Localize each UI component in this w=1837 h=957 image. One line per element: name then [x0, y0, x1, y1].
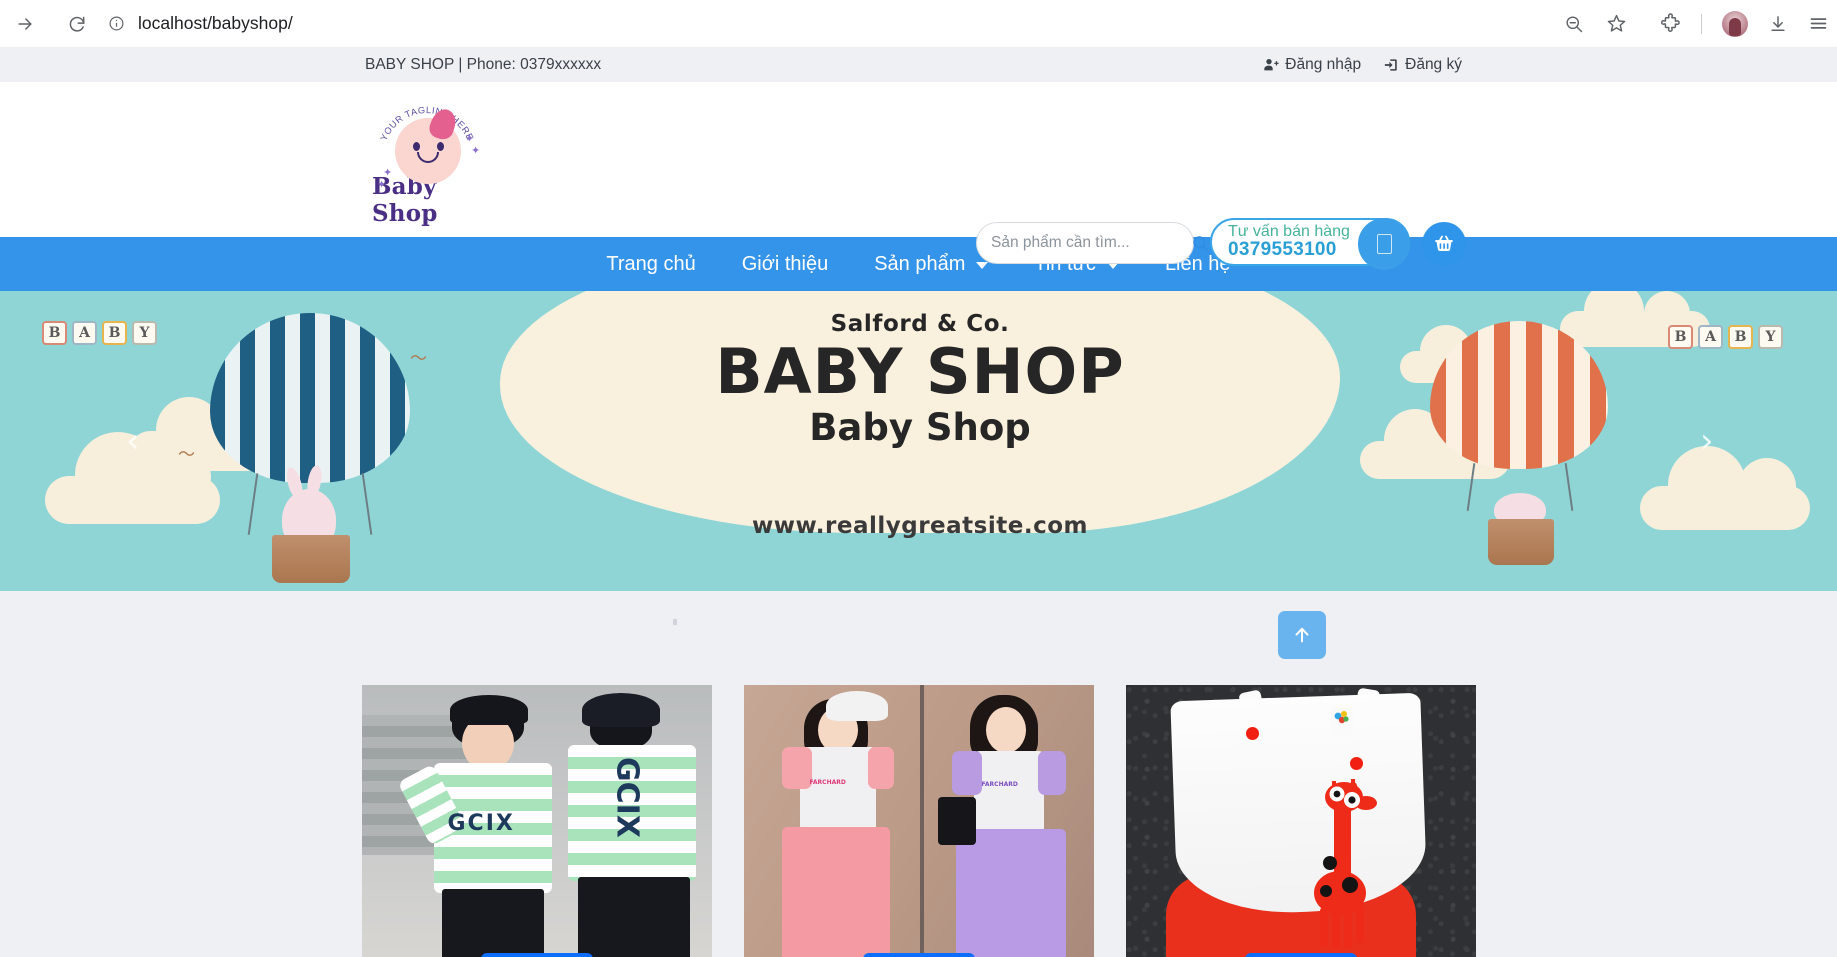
- cloud-decoration: [45, 432, 220, 524]
- shopping-basket-icon: [1435, 235, 1453, 251]
- toolbar-divider: [1701, 13, 1702, 34]
- chrome-menu-icon[interactable]: [1808, 13, 1829, 34]
- search-input[interactable]: [991, 234, 1191, 252]
- banner-brand: Salford & Co.: [830, 311, 1010, 337]
- register-label: Đăng ký: [1405, 55, 1462, 73]
- nav-item-gioi-thieu[interactable]: Giới thiệu: [719, 253, 851, 276]
- block-letter: B: [1728, 325, 1753, 349]
- red-button: [1349, 757, 1363, 770]
- address-bar[interactable]: localhost/babyshop/: [92, 5, 1637, 42]
- bird-icon: 〜: [178, 445, 195, 465]
- sign-in-icon: [1384, 58, 1397, 71]
- baby-blocks-left: B A B Y: [42, 321, 157, 345]
- baby-blocks-right: B A B Y: [1668, 325, 1783, 349]
- model-figure-back: GCIX: [558, 691, 708, 957]
- site-logo[interactable]: · YOUR TAGLINE HERE · ✦ ✦ ✦ ✦ Baby Shop: [372, 92, 482, 227]
- blue-hot-air-balloon: [210, 313, 410, 583]
- auth-links: Đăng nhập Đăng ký: [1263, 56, 1462, 74]
- block-letter: B: [102, 321, 127, 345]
- bookmark-star-icon[interactable]: [1606, 13, 1627, 34]
- site-info-icon[interactable]: [104, 12, 128, 36]
- reload-icon[interactable]: [58, 5, 96, 43]
- block-letter: B: [42, 321, 67, 345]
- giraffe-print-icon: [1313, 779, 1377, 950]
- profile-avatar[interactable]: [1722, 10, 1748, 37]
- phone-icon[interactable]: [1358, 218, 1410, 270]
- top-info-bar: BABY SHOP | Phone: 0379xxxxxx Đăng nhập …: [0, 47, 1837, 82]
- zoom-out-icon[interactable]: [1564, 14, 1584, 34]
- nav-label: Sản phẩm: [874, 252, 966, 275]
- bird-icon: 〜: [410, 349, 427, 369]
- white-tank-top: [1169, 692, 1428, 917]
- carousel-prev-arrow[interactable]: ‹: [126, 424, 140, 458]
- block-letter: A: [72, 321, 97, 345]
- browser-toolbar: localhost/babyshop/: [0, 0, 1837, 47]
- hotline-label: Tư vấn bán hàng: [1228, 223, 1350, 241]
- download-icon[interactable]: [1768, 14, 1788, 34]
- block-letter: Y: [132, 321, 157, 345]
- nav-label: Trang chủ: [606, 252, 696, 275]
- product-card[interactable]: FARCHARD FARCHARD: [743, 685, 1094, 957]
- product-grid: GCIX GCIX FARCHARD FARCHARD: [0, 685, 1837, 957]
- baby-face-logo-icon: · YOUR TAGLINE HERE · ✦ ✦ ✦ ✦: [375, 92, 480, 191]
- banner-text: Salford & Co. BABY SHOP Baby Shop: [500, 311, 1340, 449]
- brand-label: [1330, 707, 1353, 737]
- carousel-next-arrow[interactable]: ›: [1700, 424, 1714, 458]
- nav-label: Giới thiệu: [741, 252, 829, 275]
- chrome-actions: [1660, 4, 1829, 43]
- model-figure-purple: FARCHARD: [932, 685, 1094, 957]
- url-text: localhost/babyshop/: [138, 13, 293, 33]
- hotline-number: 0379553100: [1228, 239, 1337, 261]
- product-action-button[interactable]: [480, 953, 593, 957]
- register-link[interactable]: Đăng ký: [1383, 56, 1462, 74]
- banner-headline: BABY SHOP: [715, 335, 1125, 408]
- block-letter: B: [1668, 325, 1693, 349]
- hero-carousel[interactable]: B A B Y B A B Y 〜 〜 Salford & Co. BABY S…: [0, 291, 1837, 591]
- chevron-down-icon: [976, 262, 989, 269]
- extensions-puzzle-icon[interactable]: [1660, 13, 1681, 34]
- model-figure-front: GCIX: [396, 693, 566, 957]
- forward-arrow-icon[interactable]: [6, 5, 44, 43]
- block-letter: A: [1698, 325, 1723, 349]
- model-figure-pink: FARCHARD: [764, 685, 924, 957]
- hotline-button[interactable]: Tư vấn bán hàng 0379553100: [1210, 218, 1410, 270]
- login-label: Đăng nhập: [1285, 55, 1362, 73]
- user-plus-icon: [1264, 58, 1279, 70]
- main-navigation: Trang chủ Giới thiệu Sản phẩm Tin tức Li…: [0, 237, 1837, 291]
- webpage-viewport: BABY SHOP | Phone: 0379xxxxxx Đăng nhập …: [0, 47, 1837, 957]
- search-box[interactable]: [976, 222, 1209, 264]
- nav-item-trang-chu[interactable]: Trang chủ: [583, 253, 718, 276]
- product-action-button[interactable]: [862, 953, 975, 957]
- search-icon[interactable]: [1191, 234, 1210, 253]
- block-letter: Y: [1758, 325, 1783, 349]
- arrow-up-icon: [1295, 627, 1309, 643]
- scroll-to-top-button[interactable]: [1278, 611, 1326, 659]
- site-header: · YOUR TAGLINE HERE · ✦ ✦ ✦ ✦ Baby Shop: [0, 82, 1837, 270]
- banner-website: www.reallygreatsite.com: [752, 513, 1088, 539]
- cart-button[interactable]: [1422, 222, 1466, 266]
- banner-subhead: Baby Shop: [809, 406, 1031, 450]
- red-button: [1245, 727, 1259, 740]
- product-action-button[interactable]: [1244, 953, 1357, 957]
- missing-glyph-box: [1376, 234, 1392, 254]
- login-link[interactable]: Đăng nhập: [1263, 56, 1361, 74]
- carousel-indicator-dot[interactable]: [673, 619, 677, 625]
- orange-hot-air-balloon: [1430, 321, 1608, 565]
- content-area: GCIX GCIX FARCHARD FARCHARD: [0, 591, 1837, 957]
- cloud-decoration: [1640, 446, 1810, 530]
- shop-contact-text: BABY SHOP | Phone: 0379xxxxxx: [365, 55, 602, 73]
- product-card[interactable]: [1125, 685, 1476, 957]
- product-card[interactable]: GCIX GCIX: [361, 685, 712, 957]
